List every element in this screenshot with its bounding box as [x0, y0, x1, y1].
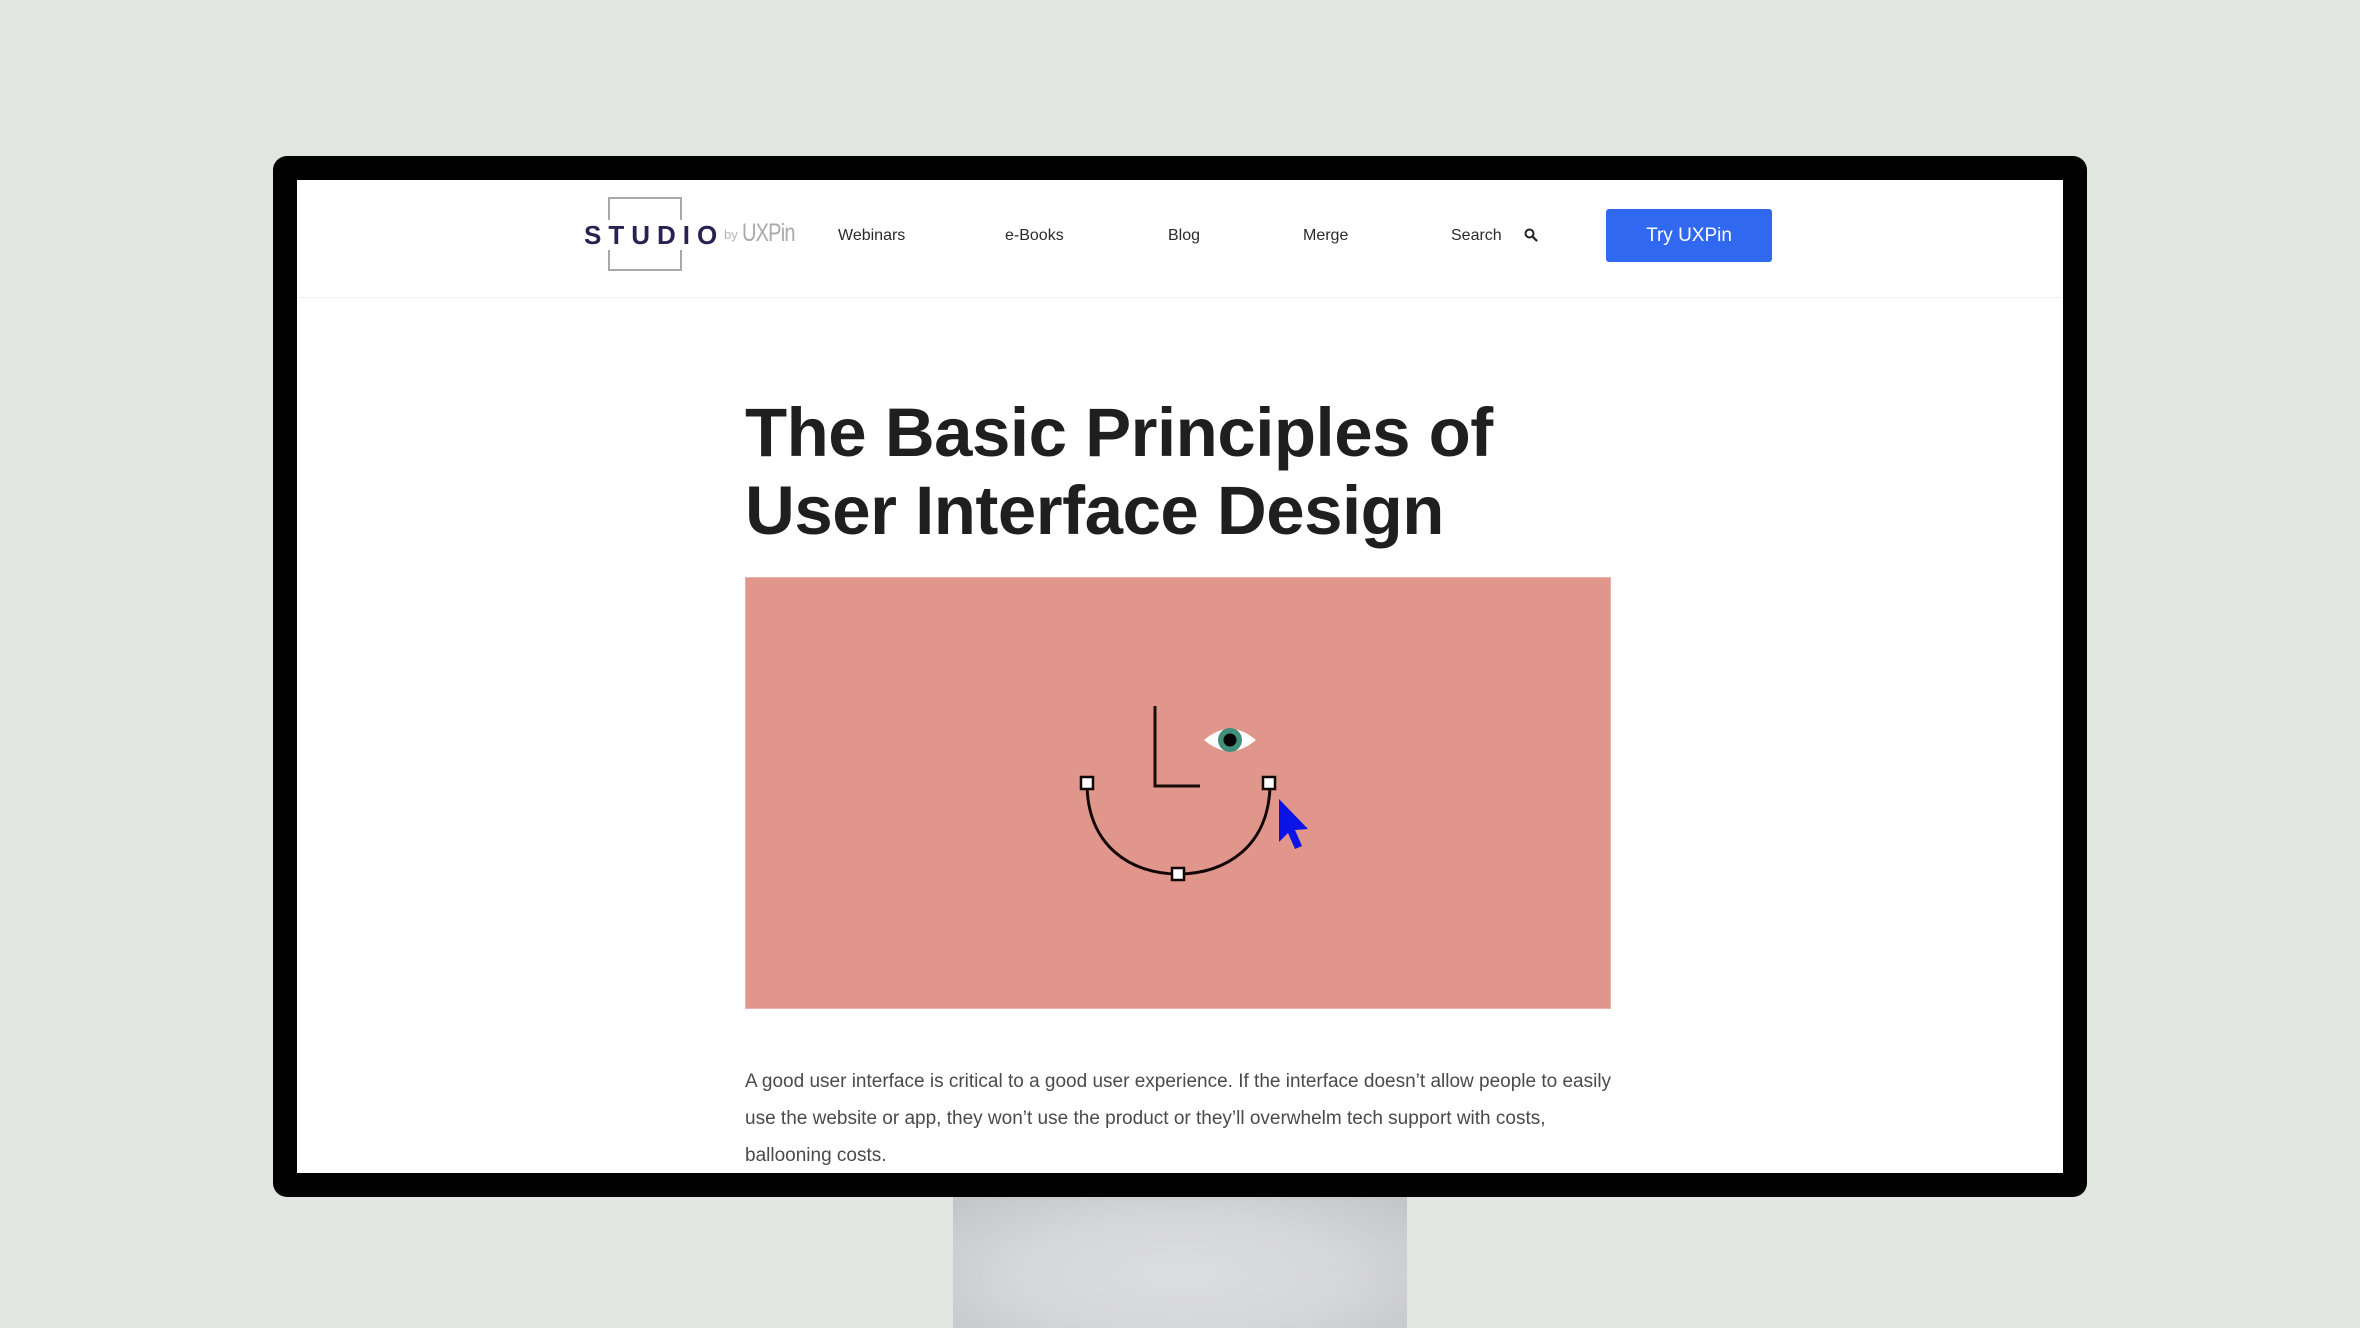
logo-by: by [724, 227, 738, 242]
nav-webinars[interactable]: Webinars [838, 225, 905, 247]
anchor-point-left [1079, 775, 1095, 791]
nose-line [1153, 706, 1200, 788]
anchor-point-bottom [1170, 866, 1186, 882]
nav-merge[interactable]: Merge [1303, 225, 1348, 247]
nav-blog[interactable]: Blog [1168, 225, 1200, 247]
search-icon[interactable] [1523, 227, 1539, 243]
site-header: STUDIO by UXPin Webinars e-Books Blog Me… [297, 180, 2063, 298]
logo-wordmark-text: STUDIO [584, 220, 725, 250]
nav-search[interactable]: Search [1451, 225, 1502, 247]
cursor-icon [1279, 799, 1308, 849]
try-uxpin-button[interactable]: Try UXPin [1606, 209, 1772, 262]
hero-illustration [1079, 706, 1308, 882]
logo-wordmark: STUDIO [584, 220, 725, 250]
article-title: The Basic Principles of User Interface D… [745, 394, 1493, 549]
browser-screen: STUDIO by UXPin Webinars e-Books Blog Me… [297, 180, 2063, 1173]
logo-brand: UXPin [742, 219, 795, 247]
monitor-stand [953, 1196, 1407, 1328]
nav-ebooks[interactable]: e-Books [1005, 225, 1064, 247]
intro-paragraph: A good user interface is critical to a g… [745, 1071, 1612, 1166]
anchor-point-right [1261, 775, 1277, 791]
studio-logo[interactable]: STUDIO by UXPin [584, 197, 814, 275]
smile-path [1085, 782, 1272, 876]
eye-icon [1204, 728, 1256, 752]
hero-image [745, 577, 1611, 1009]
